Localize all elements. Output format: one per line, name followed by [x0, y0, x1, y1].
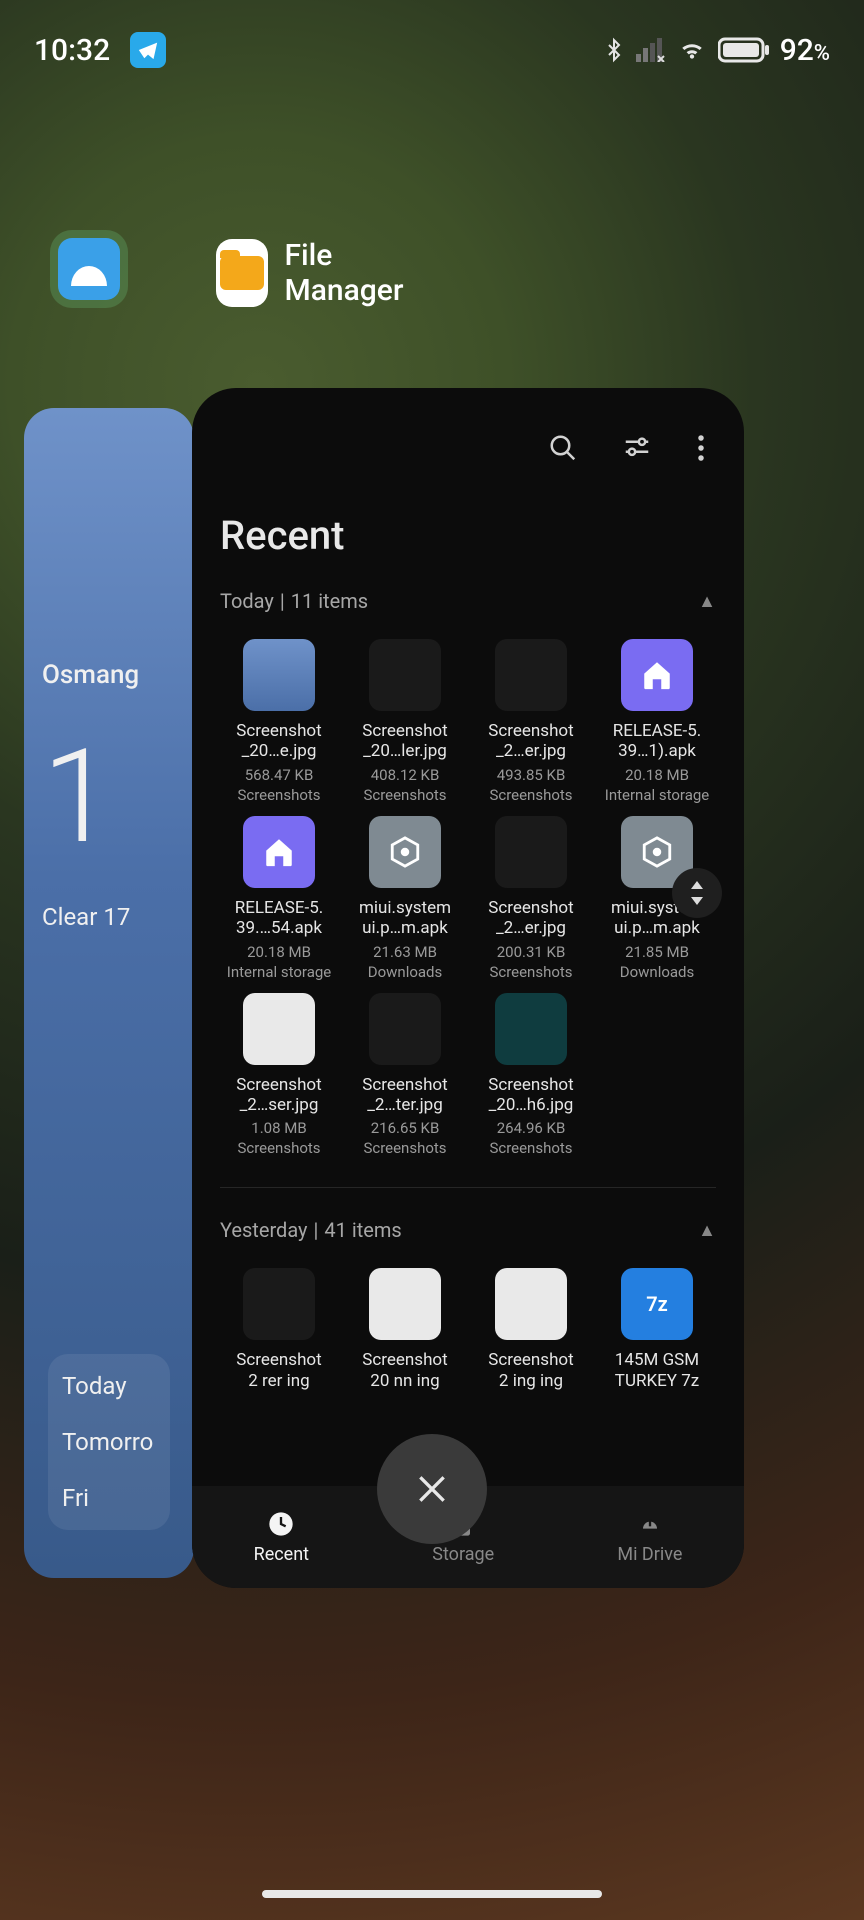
file-size: 200.31 KB: [497, 943, 566, 961]
weather-temp: 1: [42, 720, 176, 873]
file-location: Internal storage: [227, 963, 332, 981]
file-size: 21.85 MB: [625, 943, 689, 961]
battery-icon: [718, 36, 770, 64]
file-name: RELEASE-5.39…1).apk: [613, 721, 702, 762]
file-manager-card[interactable]: Recent Today|11 items ▲ Screenshot_20…e.…: [192, 388, 744, 1588]
file-name: Screenshot2 rer ing: [236, 1350, 321, 1391]
file-tile[interactable]: 7z145M GSMTURKEY 7z: [598, 1268, 716, 1391]
file-tile[interactable]: Screenshot_2…er.jpg 200.31 KB Screenshots: [472, 816, 590, 981]
file-tile[interactable]: Screenshot_20…ler.jpg 408.12 KB Screenshot…: [346, 639, 464, 804]
file-name: Screenshot20 nn ing: [362, 1350, 447, 1391]
section-yesterday[interactable]: Yesterday|41 items ▲: [220, 1218, 716, 1242]
file-tile[interactable]: Screenshot_2…ser.jpg 1.08 MB Screenshots: [220, 993, 338, 1158]
battery-percent: 92%: [780, 33, 830, 68]
signal-icon: [636, 38, 666, 62]
file-tile[interactable]: RELEASE-5.39…1).apk 20.18 MB Internal stor…: [598, 639, 716, 804]
wifi-icon: [676, 37, 708, 63]
weather-condition: Clear 17: [42, 903, 176, 931]
weather-app-card[interactable]: Osmang 1 Clear 17 Today Tomorro Fri: [24, 408, 194, 1578]
file-location: Screenshots: [489, 1139, 572, 1157]
more-icon[interactable]: [696, 433, 706, 467]
weather-forecast: Today Tomorro Fri: [48, 1354, 170, 1530]
chevron-up-icon: ▲: [698, 591, 716, 612]
file-tile[interactable]: Screenshot_2…ter.jpg 216.65 KB Screenshots: [346, 993, 464, 1158]
filter-icon[interactable]: [622, 433, 652, 467]
file-name: Screenshot_2…er.jpg: [488, 898, 573, 939]
divider: [220, 1187, 716, 1188]
nav-recent[interactable]: Recent: [254, 1510, 309, 1565]
file-location: Downloads: [620, 963, 695, 981]
sort-toggle-button[interactable]: [672, 868, 722, 918]
file-name: Screenshot_20…ler.jpg: [362, 721, 447, 762]
nav-midrive[interactable]: Mi Drive: [617, 1510, 682, 1565]
file-tile[interactable]: Screenshot2 ing ing: [472, 1268, 590, 1391]
file-size: 408.12 KB: [371, 766, 440, 784]
file-name: Screenshot_2…er.jpg: [488, 721, 573, 762]
file-size: 20.18 MB: [247, 943, 311, 961]
file-manager-title: File Manager: [284, 238, 419, 308]
page-title: Recent: [220, 512, 716, 559]
file-tile[interactable]: miui.systemui.p…m.apk 21.63 MB Downloads: [346, 816, 464, 981]
file-size: 264.96 KB: [497, 1119, 566, 1137]
file-size: 20.18 MB: [625, 766, 689, 784]
file-name: RELEASE-5.39.…54.apk: [235, 898, 324, 939]
file-size: 568.47 KB: [245, 766, 314, 784]
file-name: Screenshot2 ing ing: [488, 1350, 573, 1391]
file-tile[interactable]: Screenshot20 nn ing: [346, 1268, 464, 1391]
gesture-bar[interactable]: [262, 1890, 602, 1898]
file-name: 145M GSMTURKEY 7z: [615, 1350, 699, 1391]
file-name: miui.systemui.p…m.apk: [359, 898, 451, 939]
section-today[interactable]: Today|11 items ▲: [220, 589, 716, 613]
close-all-button[interactable]: [377, 1434, 487, 1544]
file-tile[interactable]: Screenshot_2…er.jpg 493.85 KB Screenshots: [472, 639, 590, 804]
file-name: Screenshot_2…ser.jpg: [236, 1075, 321, 1116]
file-name: Screenshot_20…e.jpg: [236, 721, 321, 762]
file-location: Screenshots: [489, 963, 572, 981]
file-size: 216.65 KB: [371, 1119, 440, 1137]
file-location: Screenshots: [363, 1139, 446, 1157]
file-tile[interactable]: Screenshot_20…e.jpg 568.47 KB Screenshots: [220, 639, 338, 804]
bluetooth-icon: [602, 36, 626, 64]
file-size: 493.85 KB: [497, 766, 566, 784]
file-tile[interactable]: Screenshot_20…h6.jpg 264.96 KB Screenshots: [472, 993, 590, 1158]
file-tile[interactable]: RELEASE-5.39.…54.apk 20.18 MB Internal sto…: [220, 816, 338, 981]
weather-app-icon[interactable]: [58, 238, 120, 300]
file-tile[interactable]: Screenshot2 rer ing: [220, 1268, 338, 1391]
file-name: Screenshot_20…h6.jpg: [488, 1075, 573, 1116]
search-icon[interactable]: [548, 433, 578, 467]
file-name: Screenshot_2…ter.jpg: [362, 1075, 447, 1116]
file-location: Downloads: [368, 963, 443, 981]
file-location: Screenshots: [363, 786, 446, 804]
file-location: Screenshots: [237, 1139, 320, 1157]
status-bar: 10:32 92%: [0, 20, 864, 80]
file-size: 21.63 MB: [373, 943, 437, 961]
clock: 10:32: [34, 33, 110, 68]
file-location: Screenshots: [489, 786, 572, 804]
chevron-up-icon: ▲: [698, 1220, 716, 1241]
file-location: Internal storage: [605, 786, 710, 804]
weather-city: Osmang: [42, 660, 176, 690]
file-size: 1.08 MB: [251, 1119, 306, 1137]
file-location: Screenshots: [237, 786, 320, 804]
telegram-icon: [130, 32, 166, 68]
file-manager-app-icon[interactable]: [216, 239, 268, 307]
